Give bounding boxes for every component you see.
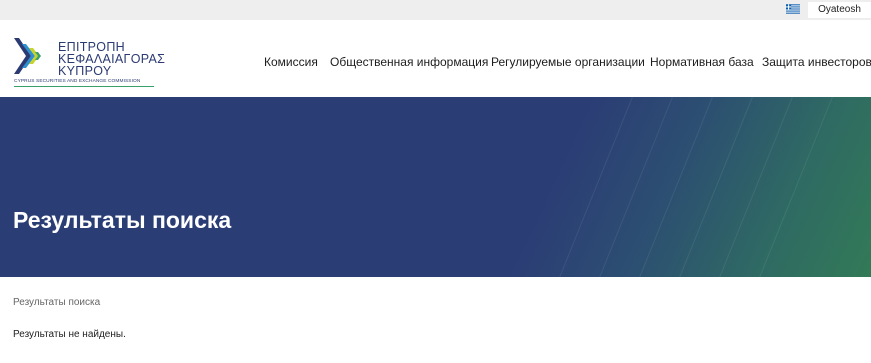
nav-item-legislation[interactable]: Нормативная база <box>650 54 754 70</box>
banner-decor-stripe <box>590 97 681 277</box>
site-header: ΕΠΙΤΡΟΠΗ ΚΕΦΑΛΑΙΑΓΟΡΑΣ ΚΥΠΡΟΥ CYPRUS SEC… <box>0 20 871 97</box>
breadcrumb[interactable]: Результаты поиска <box>13 297 100 308</box>
no-results-message: Результаты не найдены. <box>13 329 126 340</box>
logo-subtitle: CYPRUS SECURITIES AND EXCHANGE COMMISSIO… <box>14 79 141 84</box>
banner-decor-stripe <box>670 97 761 277</box>
main-navigation: Комиссия Общественная информация Регулир… <box>0 54 871 70</box>
banner-decor-stripe <box>750 97 841 277</box>
nav-item-commission[interactable]: Комиссия <box>264 54 318 70</box>
nav-item-regulated-entities[interactable]: Регулируемые организации <box>491 54 645 70</box>
page-title: Результаты поиска <box>13 207 232 233</box>
page-hero-banner: Результаты поиска <box>0 97 871 277</box>
nav-item-investor-protection[interactable]: Защита инвесторов <box>762 54 871 70</box>
banner-decor-stripe <box>710 97 801 277</box>
user-account-link[interactable]: Oyateosh <box>808 2 871 18</box>
logo-divider <box>14 86 154 87</box>
banner-decor-stripe <box>630 97 721 277</box>
top-utility-bar: Oyateosh <box>0 0 871 20</box>
greek-flag-icon[interactable] <box>786 4 800 14</box>
nav-item-public-information[interactable]: Общественная информация <box>330 54 488 70</box>
banner-decor-stripe <box>550 97 641 277</box>
